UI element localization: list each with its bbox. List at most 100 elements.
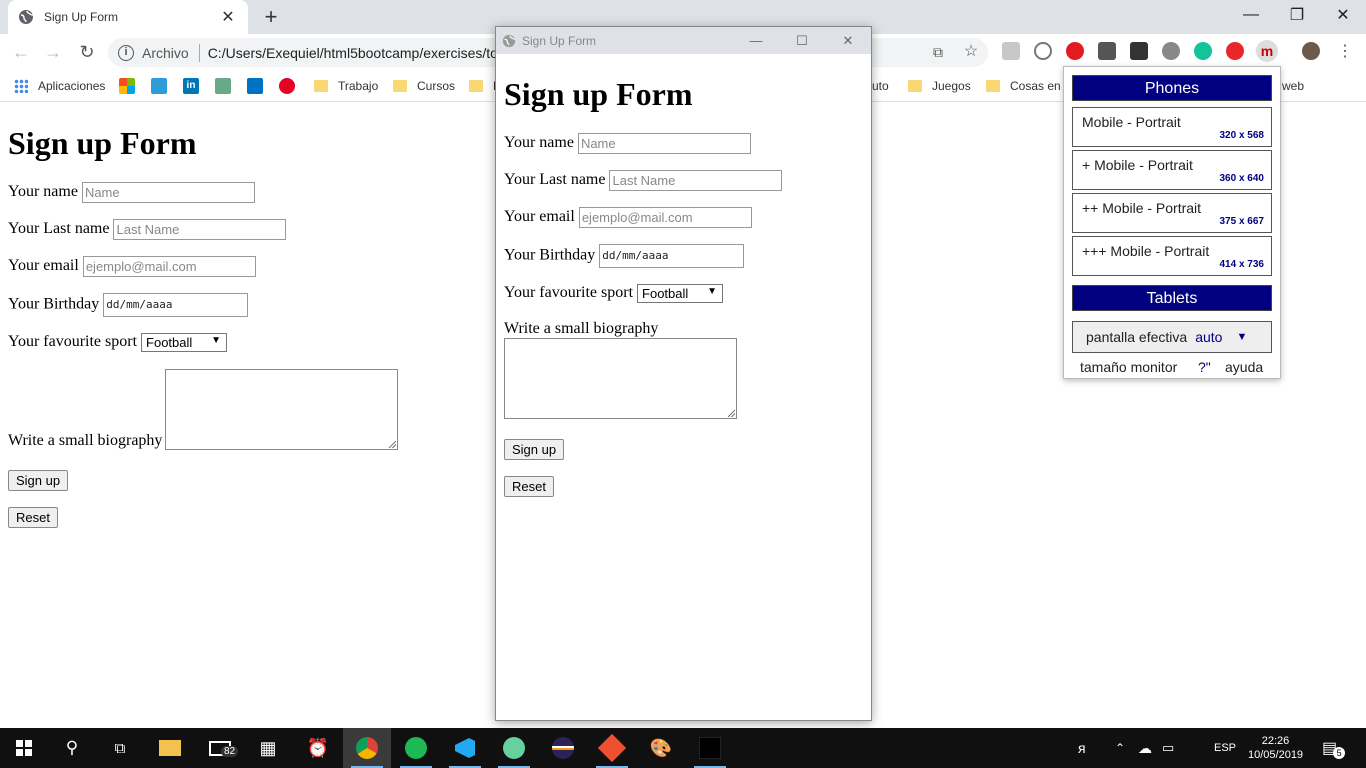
red-extension-icon[interactable] [1226, 42, 1244, 60]
popup-title: Sign Up Form [522, 33, 597, 48]
bookmark-outlook[interactable] [247, 77, 263, 95]
back-icon[interactable]: ← [10, 42, 32, 62]
search-icon[interactable]: ⚲ [48, 728, 96, 768]
signup-button[interactable]: Sign up [504, 439, 565, 460]
gear-extension-icon[interactable] [1162, 42, 1180, 60]
name-label: Your name [504, 134, 574, 152]
dark-extension-icon[interactable] [1130, 42, 1148, 60]
bio-textarea[interactable] [165, 369, 399, 450]
clock[interactable]: 22:26 10/05/2019 [1248, 728, 1303, 768]
monitor-size-value[interactable]: ?" [1198, 359, 1211, 375]
reset-button[interactable]: Reset [8, 507, 58, 528]
bookmark-tool[interactable] [215, 77, 231, 95]
git-icon[interactable] [588, 728, 636, 768]
onedrive-icon[interactable]: ☁ [1138, 728, 1152, 768]
show-hidden-icons-icon[interactable]: ⌃ [1115, 728, 1125, 768]
avatar[interactable] [1302, 42, 1320, 60]
spotify-icon[interactable] [392, 728, 440, 768]
flow-extension-icon[interactable] [1098, 42, 1116, 60]
info-icon[interactable]: i [118, 44, 134, 61]
bookmark-linkedin[interactable]: in [183, 77, 199, 95]
sport-select[interactable]: Football ▼ [141, 333, 228, 352]
email-field[interactable]: ejemplo@mail.com [578, 207, 752, 228]
reload-icon[interactable]: ↻ [76, 42, 98, 62]
window-minimize-button[interactable]: — [1228, 0, 1274, 30]
tab-close-icon[interactable]: ✕ [218, 7, 238, 27]
help-link[interactable]: ayuda [1225, 359, 1263, 375]
folder-shape [159, 740, 181, 756]
popup-close-button[interactable]: ✕ [825, 27, 871, 54]
name-field[interactable]: Name [81, 182, 255, 203]
chrome-taskbar-button[interactable] [343, 728, 391, 768]
task-view-icon[interactable]: ⧉ [96, 728, 144, 768]
pantalla-selector[interactable]: pantalla efectiva auto ▼ [1072, 321, 1272, 353]
paint-icon[interactable]: 🎨 [637, 728, 685, 768]
bookmark-pinterest[interactable] [279, 77, 295, 95]
mail-icon[interactable]: 82 [196, 728, 244, 768]
people-icon[interactable]: ᴙ [1078, 728, 1086, 768]
device-resolution: 414 x 736 [1219, 259, 1265, 270]
vscode-icon[interactable] [441, 728, 489, 768]
lastname-field[interactable]: Last Name [113, 219, 287, 240]
device-name: + Mobile - Portrait [1082, 157, 1193, 173]
new-tab-button[interactable]: + [258, 4, 284, 30]
popup-maximize-button[interactable]: ☐ [779, 27, 825, 54]
device-item[interactable]: Mobile - Portrait 320 x 568 [1072, 107, 1272, 147]
lastname-field[interactable]: Last Name [609, 170, 783, 191]
eclipse-icon[interactable] [539, 728, 587, 768]
bookmark-star-icon[interactable]: ☆ [960, 42, 982, 62]
signup-button[interactable]: Sign up [8, 470, 69, 491]
browser-tab[interactable]: Sign Up Form ✕ [8, 0, 248, 34]
grammarly-icon[interactable] [1194, 42, 1212, 60]
folder-label: Cursos [417, 79, 456, 93]
tablets-header[interactable]: Tablets [1072, 285, 1272, 311]
bookmark-folder-juegos[interactable]: Juegos [908, 77, 971, 95]
bookmark-folder-uto[interactable]: uto [872, 77, 889, 95]
notification-center-icon[interactable]: ▤ 5 [1322, 728, 1346, 768]
adblock-icon[interactable] [1066, 42, 1084, 60]
code-extension-icon[interactable] [1034, 42, 1052, 60]
window-restore-button[interactable]: ❐ [1274, 0, 1320, 30]
sport-select[interactable]: Football ▼ [637, 284, 724, 303]
url-path: C:/Users/Exequiel/html5bootcamp/exercise… [207, 44, 498, 61]
bookmark-app[interactable] [151, 77, 167, 95]
bookmark-microsoft[interactable] [119, 77, 135, 95]
bookmark-folder-cursos[interactable]: Cursos [393, 77, 455, 95]
bookmark-folder-cosas[interactable]: Cosas en g [986, 77, 1071, 95]
folder-icon [908, 80, 922, 92]
menu-icon[interactable]: ⋮ [1334, 42, 1356, 62]
email-field[interactable]: ejemplo@mail.com [82, 256, 256, 277]
file-explorer-icon[interactable] [146, 728, 194, 768]
birthday-field[interactable]: dd/mm/aaaa [599, 244, 745, 268]
windows-start-icon[interactable] [0, 728, 48, 768]
window-close-button[interactable]: ✕ [1320, 0, 1366, 30]
bio-textarea[interactable] [504, 338, 737, 419]
notification-badge: 5 [1333, 747, 1346, 759]
bookmark-folder-trabajo[interactable]: Trabajo [314, 77, 378, 95]
reset-button[interactable]: Reset [504, 476, 554, 497]
atom-icon[interactable] [490, 728, 538, 768]
network-icon[interactable]: ▭ [1162, 728, 1174, 768]
device-item[interactable]: +++ Mobile - Portrait 414 x 736 [1072, 236, 1272, 276]
language-indicator[interactable]: ESP [1214, 728, 1236, 768]
pdf-extension-icon[interactable] [1002, 42, 1020, 60]
terminal-icon[interactable] [686, 728, 734, 768]
taskbar: ⚲ ⧉ 82 ▦ ⏰ 🎨 ᴙ ⌃ ☁ ▭ ESP 22:26 10/05/201… [0, 728, 1366, 768]
forward-icon[interactable]: → [42, 42, 64, 62]
bookmark-folder-web[interactable]: web [1282, 77, 1304, 95]
folder-icon [986, 80, 1000, 92]
m-extension-icon[interactable]: m [1256, 40, 1278, 62]
folder-label: Juegos [932, 79, 971, 93]
name-field[interactable]: Name [577, 133, 751, 154]
birthday-field[interactable]: dd/mm/aaaa [103, 293, 249, 317]
folder-label: Cosas en g [1010, 79, 1071, 93]
url-divider [198, 43, 200, 62]
alarm-icon[interactable]: ⏰ [294, 728, 342, 768]
apps-bookmark[interactable]: Aplicaciones [14, 77, 105, 95]
birthday-label: Your Birthday [8, 295, 100, 313]
popup-minimize-button[interactable]: — [733, 27, 779, 54]
translate-icon[interactable]: ⧉ [927, 42, 949, 62]
device-item[interactable]: + Mobile - Portrait 360 x 640 [1072, 150, 1272, 190]
device-item[interactable]: ++ Mobile - Portrait 375 x 667 [1072, 193, 1272, 233]
calendar-icon[interactable]: ▦ [244, 728, 292, 768]
